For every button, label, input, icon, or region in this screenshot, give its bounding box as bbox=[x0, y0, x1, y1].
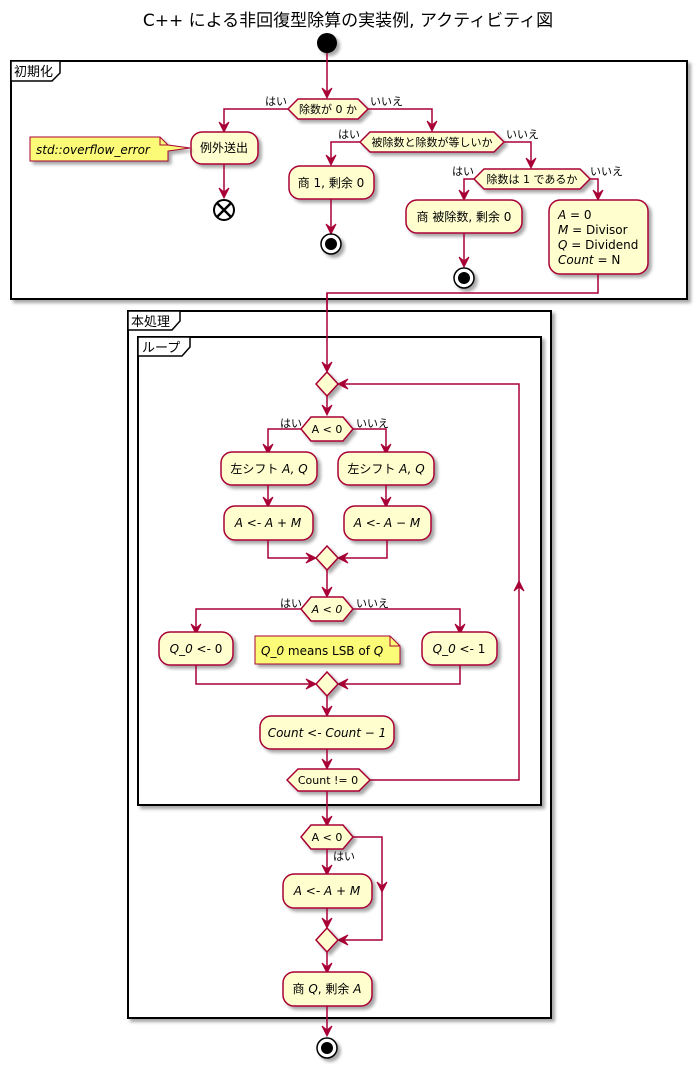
activity-result-one: 商 1, 剰余 0 bbox=[288, 165, 375, 200]
partition-main-label: 本処理 bbox=[131, 315, 170, 330]
partition-loop-label: ループ bbox=[142, 341, 180, 356]
activity-decrement-count: Count <- Count − 1 bbox=[259, 715, 395, 750]
svg-text:Count != 0: Count != 0 bbox=[298, 774, 358, 787]
activity-sub-m: A <- A − M bbox=[343, 505, 432, 541]
yes-label: はい bbox=[280, 417, 302, 430]
svg-text:除数は 1 であるか: 除数は 1 であるか bbox=[487, 172, 578, 186]
svg-text:Count = N: Count = N bbox=[558, 253, 620, 267]
yes-label: はい bbox=[265, 95, 287, 108]
activity-shift-left-yes: 左シフト A, Q bbox=[220, 451, 318, 486]
no-label: いいえ bbox=[370, 95, 403, 108]
svg-text:A < 0: A < 0 bbox=[312, 423, 343, 436]
decision-divisor-zero: 除数が 0 か bbox=[286, 98, 370, 120]
no-label: いいえ bbox=[356, 597, 389, 610]
svg-text:A = 0: A = 0 bbox=[557, 208, 592, 222]
activity-add-m: A <- A + M bbox=[223, 505, 314, 541]
end-exception-node bbox=[213, 199, 235, 221]
decision-a-negative-1: A < 0 bbox=[300, 416, 354, 442]
svg-text:Q = Dividend: Q = Dividend bbox=[558, 238, 638, 252]
yes-label: はい bbox=[452, 165, 474, 178]
svg-text:商 被除数, 剰余 0: 商 被除数, 剰余 0 bbox=[417, 209, 512, 224]
decision-a-negative-post: A < 0 bbox=[300, 824, 354, 850]
svg-text:Q_0 <- 0: Q_0 <- 0 bbox=[170, 642, 223, 656]
activity-q0-one: Q_0 <- 1 bbox=[421, 631, 498, 666]
svg-text:Count <- Count − 1: Count <- Count − 1 bbox=[268, 726, 387, 740]
svg-text:A < 0: A < 0 bbox=[312, 831, 343, 844]
note-lsb: Q_0 means LSB of Q bbox=[254, 635, 401, 665]
activity-diagram: C++ による非回復型除算の実装例, アクティビティ図 初期化 除数が 0 か … bbox=[10, 11, 688, 1059]
end-node bbox=[316, 1037, 338, 1059]
diagram-title: C++ による非回復型除算の実装例, アクティビティ図 bbox=[143, 11, 553, 31]
decision-divisor-one: 除数は 1 であるか bbox=[472, 168, 592, 190]
svg-text:被除数と除数が等しいか: 被除数と除数が等しいか bbox=[372, 135, 493, 149]
activity-final-result: 商 Q, 剰余 A bbox=[282, 971, 373, 1007]
activity-restore: A <- A + M bbox=[282, 873, 373, 909]
svg-text:Q_0 <- 1: Q_0 <- 1 bbox=[433, 642, 486, 656]
decision-count-nonzero: Count != 0 bbox=[285, 768, 372, 792]
svg-text:商 Q, 剰余 A: 商 Q, 剰余 A bbox=[293, 981, 362, 996]
no-label: いいえ bbox=[356, 417, 389, 430]
yes-label: はい bbox=[333, 850, 355, 863]
activity-q0-zero: Q_0 <- 0 bbox=[158, 631, 234, 666]
yes-label: はい bbox=[338, 128, 360, 141]
svg-text:例外送出: 例外送出 bbox=[200, 140, 248, 155]
svg-text:Q_0 means LSB of Q: Q_0 means LSB of Q bbox=[261, 644, 383, 658]
yes-label: はい bbox=[280, 597, 302, 610]
end-node bbox=[453, 267, 475, 289]
end-node bbox=[320, 233, 342, 255]
no-label: いいえ bbox=[590, 165, 623, 178]
activity-setup: A = 0 M = Divisor Q = Dividend Count = N bbox=[548, 199, 649, 275]
svg-text:左シフト A, Q: 左シフト A, Q bbox=[230, 461, 307, 476]
start-node bbox=[317, 33, 337, 53]
svg-text:A <- A − M: A <- A − M bbox=[353, 516, 421, 530]
svg-text:除数が 0 か: 除数が 0 か bbox=[299, 102, 357, 116]
svg-text:A < 0: A < 0 bbox=[311, 603, 343, 616]
svg-text:A <- A + M: A <- A + M bbox=[293, 884, 361, 898]
decision-a-negative-2: A < 0 bbox=[300, 596, 354, 622]
svg-text:商 1, 剰余 0: 商 1, 剰余 0 bbox=[298, 175, 365, 190]
svg-text:A <- A + M: A <- A + M bbox=[234, 516, 302, 530]
activity-throw-exception: 例外送出 bbox=[190, 131, 259, 165]
activity-result-dividend: 商 被除数, 剰余 0 bbox=[405, 199, 523, 234]
no-label: いいえ bbox=[506, 128, 539, 141]
activity-shift-left-no: 左シフト A, Q bbox=[337, 451, 435, 486]
svg-text:std::overflow_error: std::overflow_error bbox=[36, 143, 151, 157]
partition-init-label: 初期化 bbox=[14, 65, 53, 80]
svg-text:左シフト A, Q: 左シフト A, Q bbox=[347, 461, 424, 476]
decision-equal: 被除数と除数が等しいか bbox=[358, 131, 506, 153]
svg-text:M = Divisor: M = Divisor bbox=[558, 223, 628, 237]
